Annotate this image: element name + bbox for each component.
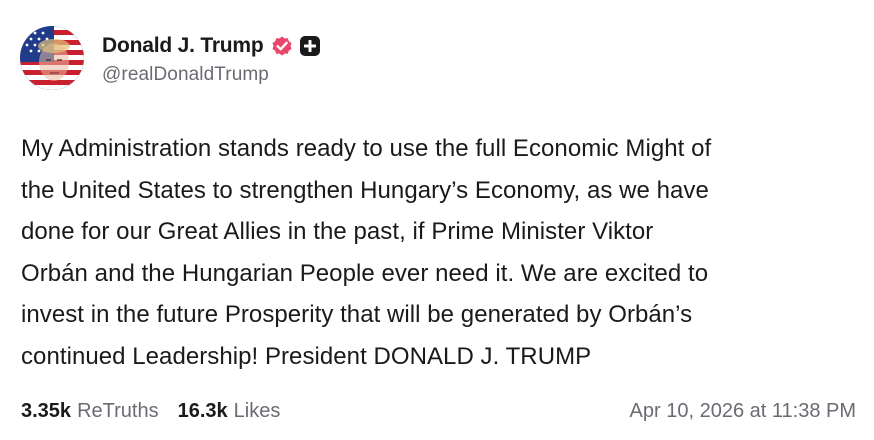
likes-count: 16.3k xyxy=(177,399,228,422)
author-display-name[interactable]: Donald J. Trump xyxy=(102,34,264,58)
retruths-label: ReTruths xyxy=(77,399,159,422)
author-name-row: Donald J. Trump xyxy=(102,30,321,62)
post-card: Donald J. Trump @realDonaldTrump My Admi… xyxy=(0,0,874,440)
retruths-count: 3.35k xyxy=(21,399,72,422)
avatar[interactable] xyxy=(20,26,84,90)
author-identity: Donald J. Trump @realDonaldTrump xyxy=(102,30,321,86)
verified-badge-icon xyxy=(270,34,294,58)
post-body-text: My Administration stands ready to use th… xyxy=(21,135,712,370)
retruths-stat[interactable]: 3.35k ReTruths xyxy=(21,400,159,423)
author-handle[interactable]: @realDonaldTrump xyxy=(102,64,321,86)
plus-badge-icon xyxy=(299,35,321,57)
likes-label: Likes xyxy=(233,399,281,422)
flag-portrait-avatar-icon xyxy=(20,26,84,90)
post-header: Donald J. Trump @realDonaldTrump xyxy=(20,26,321,90)
likes-stat[interactable]: 16.3k Likes xyxy=(178,400,281,423)
post-footer: 3.35k ReTruths 16.3k Likes Apr 10, 2026 … xyxy=(21,396,856,426)
post-timestamp[interactable]: Apr 10, 2026 at 11:38 PM xyxy=(630,400,856,423)
